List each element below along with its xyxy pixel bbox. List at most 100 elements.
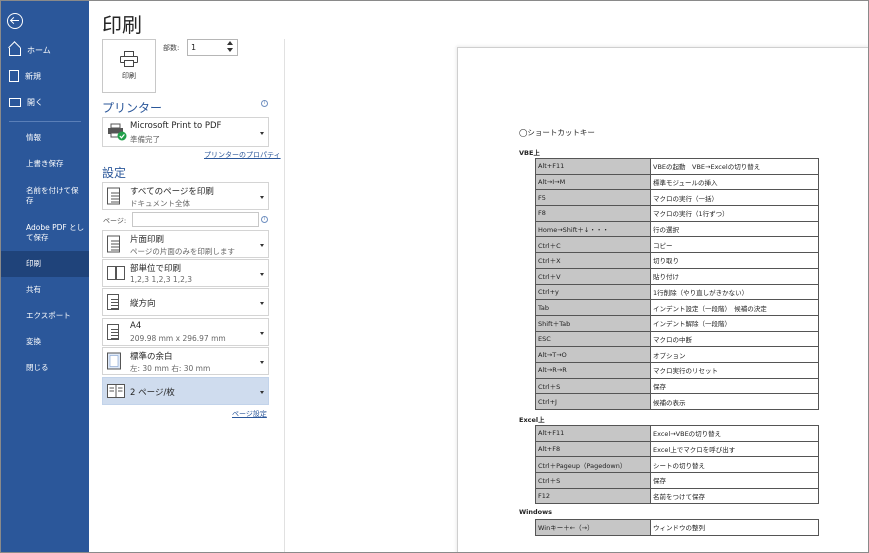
sidebar-item-new[interactable]: 新規 — [1, 63, 89, 89]
option-title: 2 ページ/枚 — [130, 388, 175, 398]
shortcut-description-cell: マクロの中断 — [650, 330, 819, 348]
document-pages-icon — [107, 187, 120, 205]
shortcut-description-cell: 標準モジュールの挿入 — [650, 173, 819, 191]
spin-down-icon[interactable] — [227, 48, 233, 52]
table-row: Alt+F11 Excel→VBEの切り替え — [535, 425, 819, 442]
shortcut-table-excel: Alt+F11 Excel→VBEの切り替え Alt+F8 Excel上でマクロを呼び… — [535, 425, 819, 505]
print-range-dropdown[interactable]: すべてのページを印刷 ドキュメント全体 — [102, 182, 269, 210]
section-heading: VBE上 — [519, 149, 540, 157]
table-row: Ctrl+y 1行削除（やり直しがきかない） — [535, 283, 819, 301]
shortcut-description-cell: 貼り付け — [650, 267, 819, 285]
shortcut-description-cell: 保存 — [650, 377, 819, 395]
copies-spinner[interactable] — [227, 41, 235, 52]
pages-input[interactable] — [132, 212, 259, 227]
sidebar-item-label: ホーム — [27, 45, 51, 55]
shortcut-description-cell: インデント設定（一段階） 候補の決定 — [650, 299, 819, 316]
orientation-dropdown[interactable]: 縦方向 — [102, 288, 269, 316]
table-row: Home→Shift＋↓・・・ 行の選択 — [535, 220, 819, 238]
sidebar-item-print[interactable]: 印刷 — [1, 251, 89, 277]
sidebar-item-open[interactable]: 開く — [1, 89, 89, 115]
page-setup-link[interactable]: ページ設定 — [232, 409, 267, 419]
section-heading: Windows — [519, 508, 553, 516]
portrait-orientation-icon — [107, 294, 119, 310]
collation-dropdown[interactable]: 部単位で印刷 1,2,3 1,2,3 1,2,3 — [102, 259, 269, 287]
shortcut-key-cell: Winキー＋←（→） — [535, 519, 651, 536]
info-icon[interactable]: i — [261, 100, 268, 107]
sidebar-item-label: 開く — [27, 97, 43, 107]
printer-dropdown[interactable]: Microsoft Print to PDF 準備完了 — [102, 117, 269, 147]
shortcut-description-cell: VBEの起動 VBE→Excelの切り替え — [650, 158, 819, 175]
chevron-down-icon — [260, 132, 264, 135]
shortcut-key-cell: Ctrl＋S — [535, 377, 651, 395]
sidebar-item-home[interactable]: ホーム — [1, 37, 89, 63]
sides-dropdown[interactable]: 片面印刷 ページの片面のみを印刷します — [102, 230, 269, 258]
shortcut-table-windows: Winキー＋←（→） ウィンドウの整列 — [535, 519, 819, 536]
chevron-down-icon — [260, 361, 264, 364]
paper-size-dropdown[interactable]: A4 209.98 mm x 296.97 mm — [102, 318, 269, 346]
single-sided-icon — [107, 235, 120, 253]
table-row: ESC マクロの中断 — [535, 330, 819, 348]
print-button-label: 印刷 — [122, 72, 136, 80]
sidebar-item-save[interactable]: 上書き保存 — [1, 151, 89, 177]
shortcut-description-cell: コピー — [650, 236, 819, 254]
option-subtitle: ドキュメント全体 — [130, 199, 190, 208]
printer-properties-link[interactable]: プリンターのプロパティ — [204, 150, 281, 160]
shortcut-key-cell: Ctrl＋S — [535, 472, 651, 489]
table-row: Ctrl＋S 保存 — [535, 472, 819, 489]
copies-label: 部数: — [163, 44, 180, 52]
sidebar-top-nav: ホーム 新規 開く — [1, 37, 89, 115]
shortcut-description-cell: 切り取り — [650, 252, 819, 269]
sidebar-item-label: エクスポート — [26, 311, 71, 320]
back-arrow-icon[interactable] — [7, 13, 23, 29]
shortcut-key-cell: Ctrl＋V — [535, 267, 651, 285]
two-pages-per-sheet-icon — [107, 384, 125, 398]
table-row: Shift＋Tab インデント解除（一段階） — [535, 314, 819, 332]
sidebar-item-label: 名前を付けて保存 — [26, 185, 79, 205]
shortcut-key-cell: Ctrl＋Pageup（Pagedown） — [535, 456, 651, 474]
shortcut-key-cell: Ctrl+y — [535, 283, 651, 301]
sidebar-item-save-as-adobe-pdf[interactable]: Adobe PDF として保存 — [1, 214, 89, 251]
info-icon[interactable]: i — [261, 216, 268, 223]
shortcut-key-cell: F5 — [535, 189, 651, 207]
table-row: Ctrl＋X 切り取り — [535, 252, 819, 269]
settings-section-title: 設定 — [102, 166, 127, 180]
option-title: 縦方向 — [130, 299, 156, 309]
printer-name: Microsoft Print to PDF — [130, 121, 222, 131]
shortcut-key-cell: Alt→I→M — [535, 173, 651, 191]
shortcut-key-cell: F8 — [535, 205, 651, 222]
shortcut-key-cell: Shift＋Tab — [535, 314, 651, 332]
sidebar-item-label: 閉じる — [26, 363, 49, 372]
margins-dropdown[interactable]: 標準の余白 左: 30 mm 右: 30 mm — [102, 347, 269, 375]
shortcut-key-cell: Tab — [535, 299, 651, 316]
sidebar-item-save-as[interactable]: 名前を付けて保存 — [1, 177, 89, 214]
shortcut-key-cell: F12 — [535, 487, 651, 505]
pages-per-sheet-dropdown[interactable]: 2 ページ/枚 — [102, 377, 269, 405]
printer-ready-icon — [108, 123, 127, 141]
shortcut-description-cell: マクロ実行のリセット — [650, 361, 819, 379]
sidebar-item-label: 情報 — [26, 133, 41, 142]
shortcut-description-cell: 候補の表示 — [650, 393, 819, 410]
shortcut-description-cell: Excel上でマクロを呼び出す — [650, 440, 819, 458]
page-title: 印刷 — [102, 13, 142, 37]
sidebar-item-transform[interactable]: 変換 — [1, 329, 89, 355]
document-heading: ◯ショートカットキー — [519, 128, 595, 137]
chevron-down-icon — [260, 332, 264, 335]
sidebar-main-nav: 情報 上書き保存 名前を付けて保存 Adobe PDF として保存 印刷 共有 … — [1, 125, 89, 381]
shortcut-description-cell: インデント解除（一段階） — [650, 314, 819, 332]
option-title: A4 — [130, 321, 142, 331]
print-button[interactable]: 印刷 — [102, 39, 156, 93]
sidebar-item-share[interactable]: 共有 — [1, 277, 89, 303]
sidebar-item-info[interactable]: 情報 — [1, 125, 89, 151]
chevron-down-icon — [260, 302, 264, 305]
paper-size-icon — [107, 324, 119, 340]
option-title: 片面印刷 — [130, 235, 165, 245]
table-row: Ctrl＋C コピー — [535, 236, 819, 254]
spin-up-icon[interactable] — [227, 41, 233, 45]
shortcut-key-cell: Alt→R→R — [535, 361, 651, 379]
shortcut-key-cell: Alt+F8 — [535, 440, 651, 458]
sidebar-item-export[interactable]: エクスポート — [1, 303, 89, 329]
chevron-down-icon — [260, 244, 264, 247]
sidebar-divider — [9, 121, 81, 122]
copies-input[interactable]: 1 — [187, 39, 238, 56]
sidebar-item-close[interactable]: 閉じる — [1, 355, 89, 381]
